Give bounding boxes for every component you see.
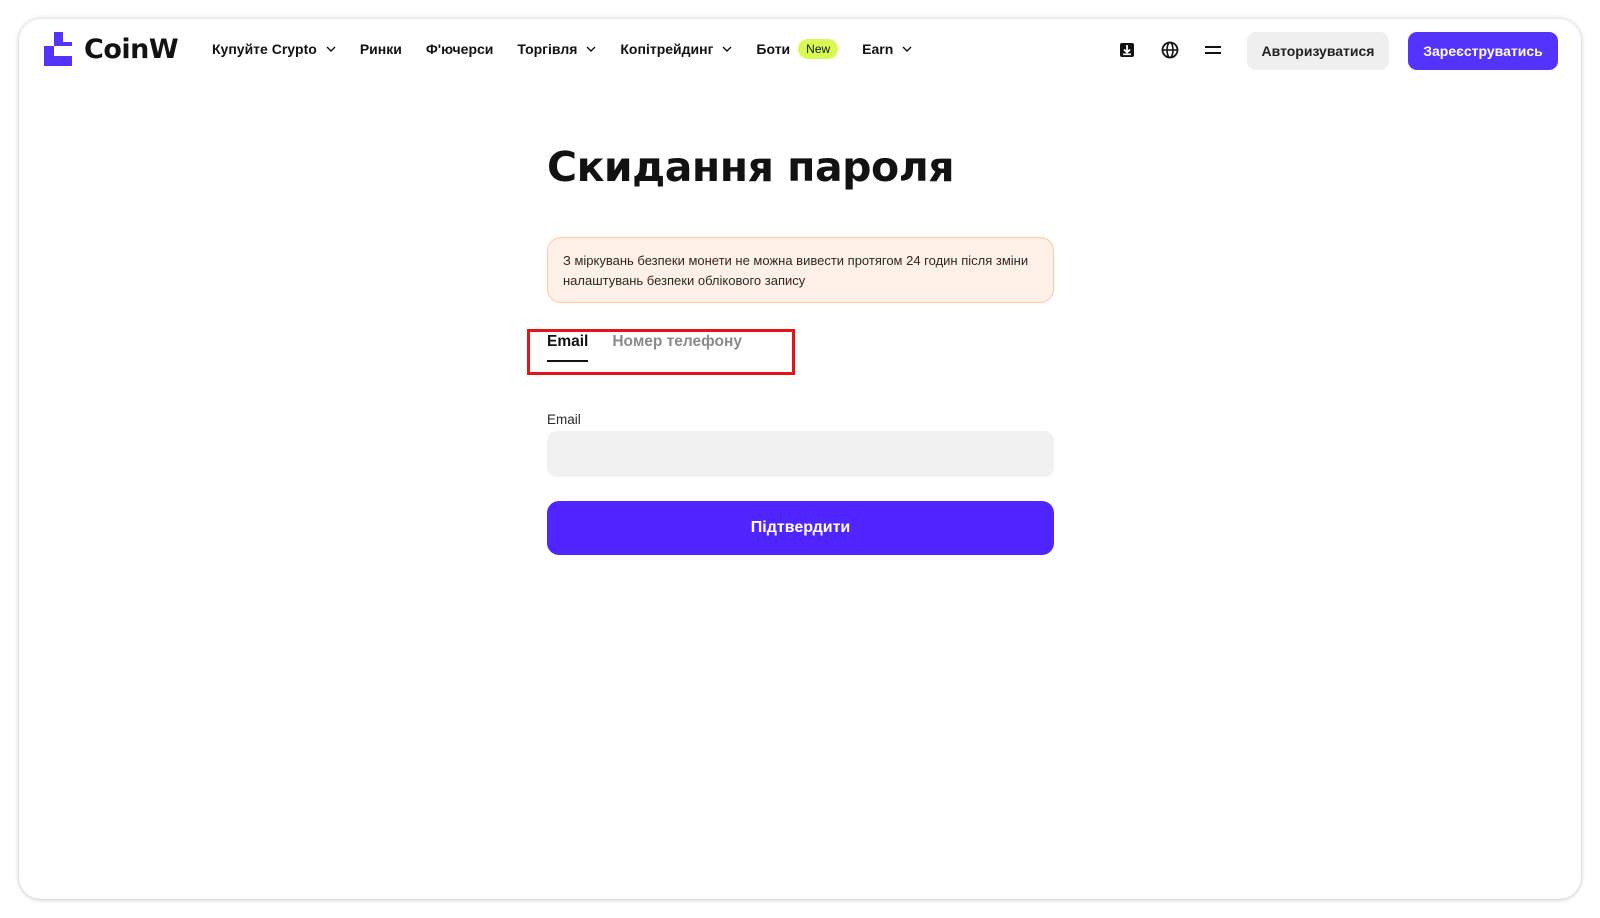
- nav-item-label: Боти: [756, 41, 791, 57]
- security-notice: З міркувань безпеки монети не можна виве…: [547, 237, 1054, 303]
- register-button[interactable]: Зареєструватись: [1408, 32, 1558, 70]
- confirm-button[interactable]: Підтвердити: [547, 501, 1054, 555]
- tab-email[interactable]: Email: [547, 333, 589, 362]
- globe-icon[interactable]: [1160, 40, 1180, 60]
- nav-item-earn[interactable]: Earn: [862, 41, 912, 57]
- tab-phone[interactable]: Номер телефону: [612, 333, 742, 362]
- nav-item-label: Earn: [862, 41, 894, 57]
- page-title: Скидання пароля: [547, 143, 955, 191]
- nav-item-copy-trading[interactable]: Копітрейдинг: [620, 41, 732, 57]
- new-badge: New: [798, 39, 839, 59]
- nav-item-label: Ф'ючерси: [425, 41, 494, 57]
- download-icon[interactable]: [1117, 40, 1137, 60]
- email-field-label: Email: [547, 412, 581, 427]
- login-button[interactable]: Авторизуватися: [1247, 32, 1389, 70]
- nav-item-label: Купуйте Crypto: [212, 41, 317, 57]
- app-window: CoinW Купуйте Crypto Ринки Ф'ючерси Торг…: [19, 19, 1581, 899]
- email-field[interactable]: [547, 431, 1054, 477]
- brand-logo[interactable]: CoinW: [44, 32, 179, 66]
- main-nav: Купуйте Crypto Ринки Ф'ючерси Торгівля К…: [212, 39, 936, 59]
- reset-password-form: Скидання пароля З міркувань безпеки моне…: [527, 139, 1054, 555]
- nav-item-buy-crypto[interactable]: Купуйте Crypto: [212, 41, 336, 57]
- nav-item-label: Торгівля: [517, 41, 578, 57]
- nav-item-bots[interactable]: Боти New: [756, 39, 839, 59]
- menu-icon[interactable]: [1203, 40, 1223, 60]
- nav-item-futures[interactable]: Ф'ючерси: [426, 41, 494, 57]
- top-header: CoinW Купуйте Crypto Ринки Ф'ючерси Торг…: [19, 19, 1581, 79]
- chevron-down-icon: [586, 46, 596, 52]
- chevron-down-icon: [326, 46, 336, 52]
- header-icon-group: [1117, 40, 1223, 60]
- brand-name: CoinW: [84, 33, 179, 65]
- chevron-down-icon: [902, 46, 912, 52]
- method-tabs: Email Номер телефону: [547, 333, 742, 362]
- nav-item-label: Ринки: [359, 41, 402, 57]
- nav-item-markets[interactable]: Ринки: [360, 41, 402, 57]
- coinw-logo-icon: [44, 32, 72, 66]
- chevron-down-icon: [722, 46, 732, 52]
- nav-item-label: Копітрейдинг: [620, 41, 714, 57]
- nav-item-trade[interactable]: Торгівля: [517, 41, 596, 57]
